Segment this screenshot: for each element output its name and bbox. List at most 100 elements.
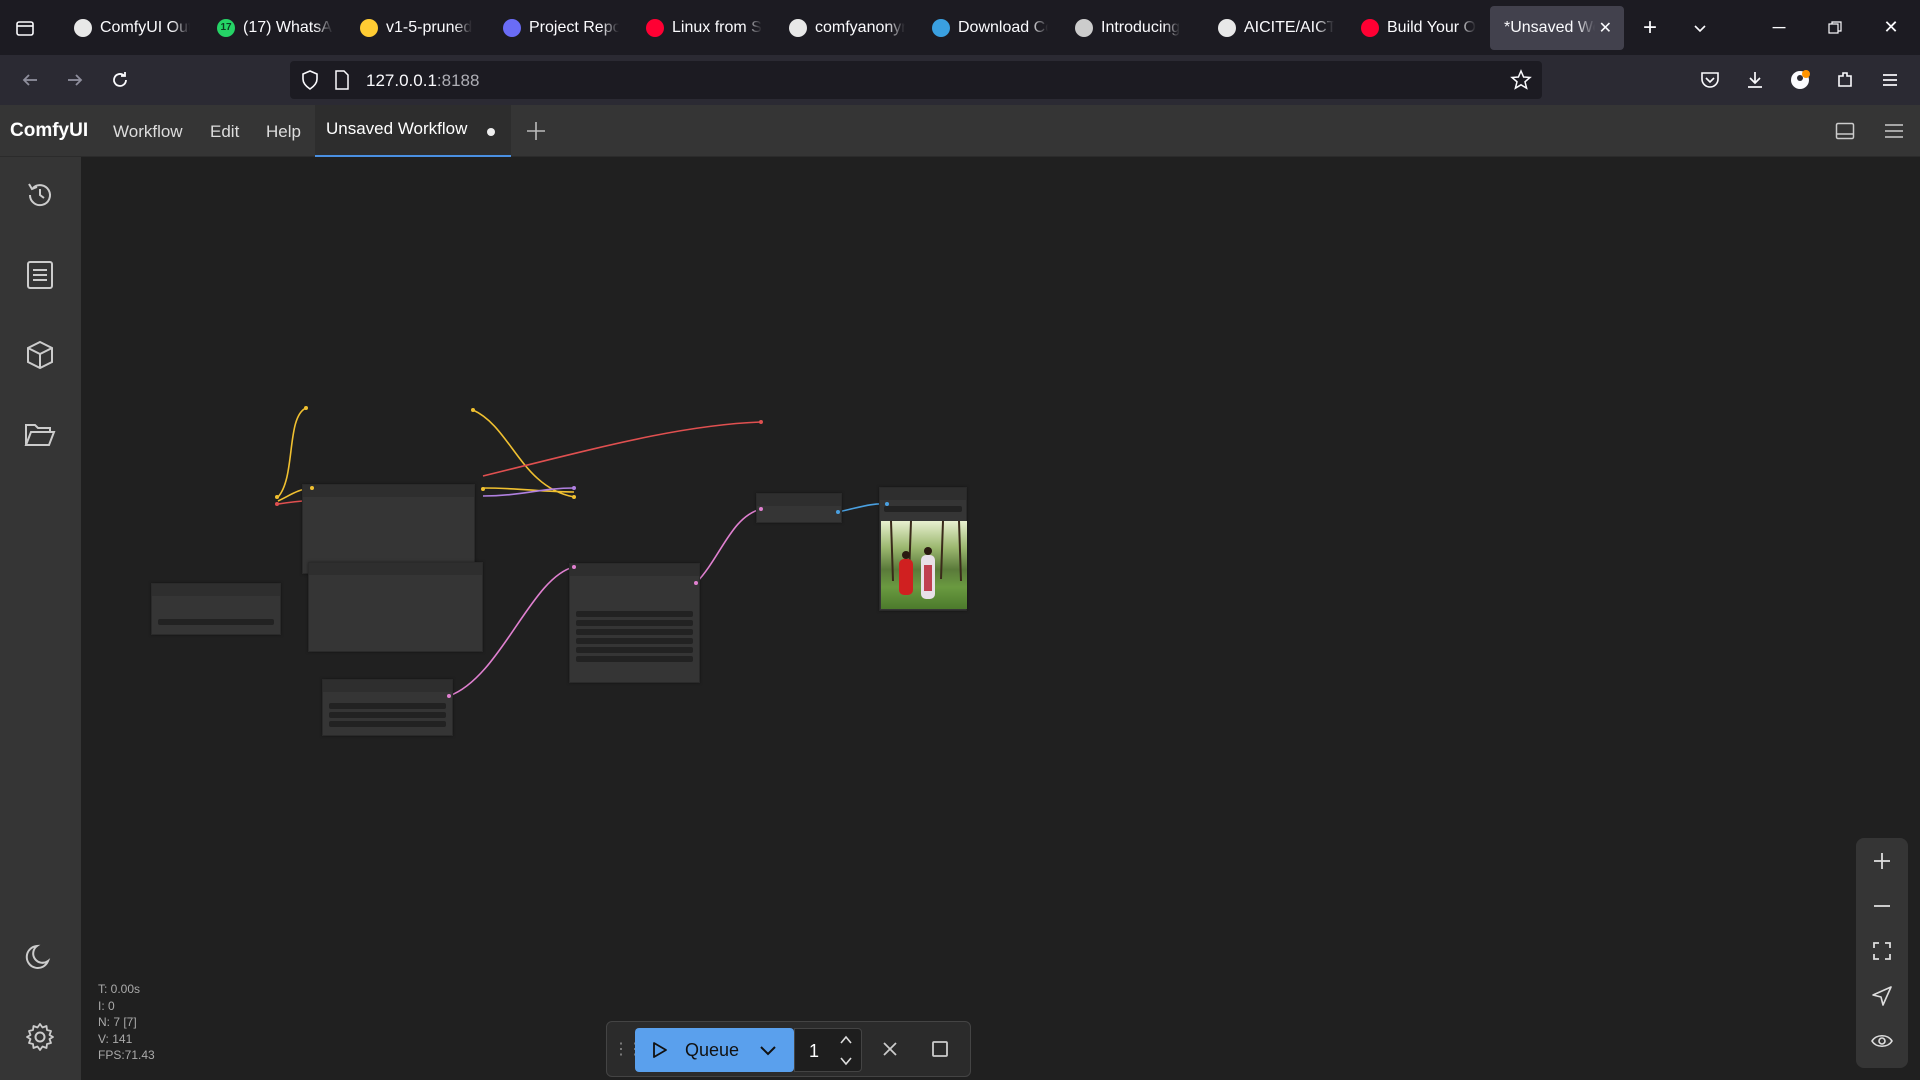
play-icon (651, 1041, 669, 1064)
extensions-icon[interactable] (1830, 65, 1860, 95)
model-library-cube-icon[interactable] (20, 335, 60, 375)
bookmark-star-icon[interactable] (1510, 69, 1532, 96)
stat-i: I: 0 (98, 998, 115, 1013)
url-bar[interactable]: 127.0.0.1:8188 (290, 61, 1542, 99)
stop-icon[interactable] (925, 1034, 955, 1064)
theme-moon-icon[interactable] (20, 937, 60, 977)
queue-button-label: Queue (685, 1040, 740, 1060)
reload-icon[interactable] (105, 65, 135, 95)
browser-tab-title: Introducing (1101, 18, 1181, 36)
folder-open-icon[interactable] (20, 415, 60, 455)
menu-edit[interactable]: Edit (210, 122, 239, 142)
node-graph-canvas[interactable] (81, 157, 1920, 1080)
new-tab-icon[interactable]: + (1625, 0, 1675, 55)
browser-tab[interactable]: Introducing (1061, 6, 1203, 50)
github-icon (1218, 18, 1236, 37)
cancel-run-icon[interactable] (875, 1034, 905, 1064)
shield-icon[interactable] (300, 69, 320, 96)
minimize-icon[interactable]: ─ (1756, 0, 1802, 55)
stat-nodes: N: 7 [7] (98, 1015, 137, 1029)
openai-icon (1075, 18, 1093, 37)
hamburger-menu-icon[interactable] (1880, 117, 1908, 145)
tab-list-icon[interactable] (0, 0, 50, 55)
browser-tab[interactable]: Project Repo (489, 6, 631, 50)
project-icon (503, 18, 521, 37)
browser-tab-title: Build Your O (1387, 18, 1476, 36)
increment-chevron-icon[interactable] (839, 1033, 853, 1051)
whatsapp-icon: 17 (217, 18, 235, 37)
workflow-tab-label: Unsaved Workflow (326, 119, 468, 138)
close-tab-icon[interactable]: ✕ (1595, 18, 1612, 38)
fit-view-icon[interactable] (1867, 936, 1897, 966)
comfyui-menu-bar: ComfyUI Workflow Edit Help Unsaved Workf… (0, 105, 1920, 157)
browser-tab-title: comfyanonym (815, 18, 905, 36)
zoom-in-icon[interactable] (1867, 846, 1897, 876)
browser-tab[interactable]: 17 (17) WhatsAp (203, 6, 345, 50)
download-site-icon (932, 18, 950, 37)
batch-count-value: 1 (809, 1041, 820, 1061)
queue-options-chevron-icon[interactable] (759, 1041, 777, 1064)
github-icon (789, 18, 807, 37)
decrement-chevron-icon[interactable] (839, 1054, 853, 1072)
back-icon[interactable] (15, 65, 45, 95)
youtube-icon (646, 18, 664, 37)
queue-bar: ⋮⋮ Queue 1 (606, 1021, 971, 1077)
active-tab-title: *Unsaved Wor (1504, 18, 1595, 36)
browser-tab[interactable]: Linux from S (632, 6, 774, 50)
settings-gear-icon[interactable] (20, 1017, 60, 1057)
zoom-out-icon[interactable] (1867, 891, 1897, 921)
add-workflow-icon[interactable] (522, 117, 550, 145)
app-menu-icon[interactable] (1875, 65, 1905, 95)
unsaved-dot-icon (487, 128, 495, 136)
clip-text-encode-negative-node[interactable] (322, 679, 453, 736)
url-host: 127.0.0.1 (366, 71, 437, 90)
browser-tab-strip: ComfyUI Out 17 (17) WhatsAp v1-5-pruned Proj… (0, 0, 1920, 55)
queue-list-icon[interactable] (20, 255, 60, 295)
browser-tab-title: v1-5-pruned (386, 18, 473, 36)
browser-tab-title: AICITE/AICTE (1244, 18, 1334, 36)
empty-latent-node[interactable] (302, 484, 475, 574)
canvas-zoom-controls (1856, 838, 1908, 1068)
youtube-icon (1361, 18, 1379, 37)
stat-v: V: 141 (98, 1031, 133, 1046)
account-icon[interactable] (1785, 65, 1815, 95)
vae-decode-node[interactable] (756, 493, 842, 523)
toggle-links-eye-icon[interactable] (1867, 1026, 1897, 1056)
forward-icon[interactable] (60, 65, 90, 95)
url-text: 127.0.0.1:8188 (366, 71, 479, 91)
app-logo: ComfyUI (10, 120, 89, 141)
checkpoint-loader-node[interactable] (151, 583, 281, 635)
browser-tab[interactable]: ComfyUI Out (60, 6, 202, 50)
history-icon[interactable] (20, 175, 60, 215)
menu-help[interactable]: Help (266, 122, 301, 142)
ksampler-node[interactable] (569, 563, 700, 683)
browser-tab-title: Project Repo (529, 18, 619, 36)
browser-tab-active[interactable]: *Unsaved Wor ✕ (1490, 5, 1624, 50)
browser-tab-title: Download Co (958, 18, 1048, 36)
browser-tab[interactable]: Build Your O (1347, 6, 1489, 50)
browser-tab[interactable]: AICITE/AICTE (1204, 6, 1346, 50)
browser-tab-title: ComfyUI Out (100, 18, 190, 36)
chevron-down-icon[interactable] (1675, 0, 1725, 55)
browser-tab[interactable]: Download Co (918, 6, 1060, 50)
browser-tab[interactable]: comfyanonym (775, 6, 917, 50)
batch-count-input[interactable]: 1 (794, 1028, 862, 1072)
workflow-tab[interactable]: Unsaved Workflow (315, 105, 511, 157)
close-window-icon[interactable]: ✕ (1868, 0, 1914, 55)
toggle-panel-icon[interactable] (1831, 117, 1859, 145)
restore-icon[interactable] (1812, 0, 1858, 55)
queue-button[interactable]: Queue (635, 1028, 794, 1072)
page-info-icon[interactable] (334, 70, 350, 95)
browser-tab-title: (17) WhatsAp (243, 18, 333, 36)
save-image-node[interactable] (879, 487, 967, 611)
stat-fps: FPS:71.43 (98, 1048, 155, 1062)
browser-tab[interactable]: v1-5-pruned (346, 6, 488, 50)
pointer-mode-icon[interactable] (1867, 981, 1897, 1011)
sidebar (0, 157, 81, 1080)
clip-text-encode-node[interactable] (308, 562, 483, 652)
menu-workflow[interactable]: Workflow (113, 122, 183, 142)
downloads-icon[interactable] (1740, 65, 1770, 95)
pocket-icon[interactable] (1695, 65, 1725, 95)
generated-image-preview[interactable] (881, 521, 967, 609)
huggingface-icon (360, 18, 378, 37)
